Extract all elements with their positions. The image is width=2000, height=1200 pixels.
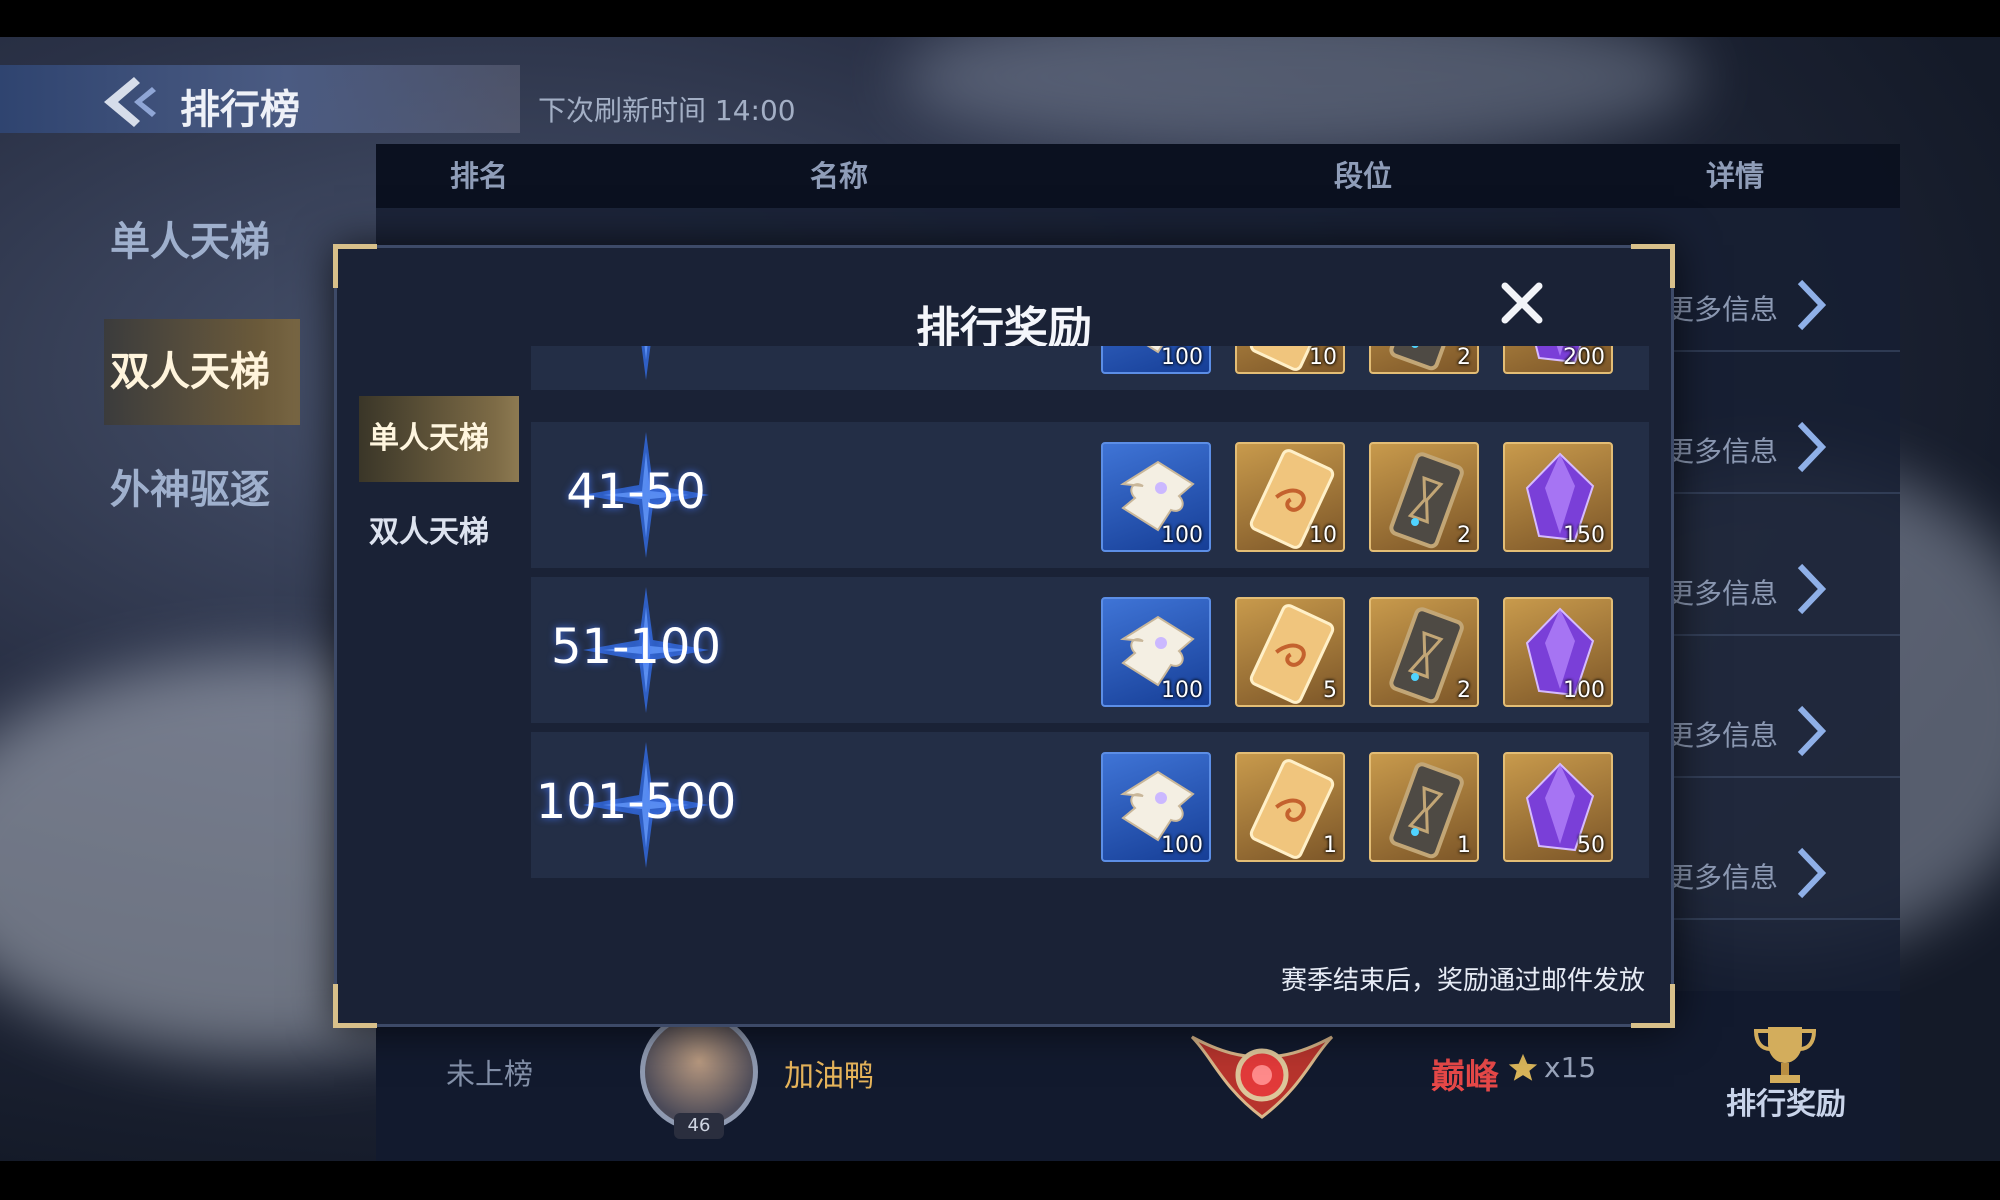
player-level-badge: 46	[674, 1113, 724, 1139]
close-icon[interactable]	[1497, 278, 1547, 328]
table-header: 排名 名称 段位 详情	[376, 144, 1900, 208]
more-info-link[interactable]: 更多信息	[1666, 430, 1778, 470]
reward-quantity: 10	[1309, 346, 1337, 370]
reward-item[interactable]: 10	[1235, 346, 1345, 374]
reward-item[interactable]: 2	[1369, 442, 1479, 552]
tier-emblem-icon	[1190, 1035, 1334, 1119]
tab-solo-ladder[interactable]: 单人天梯	[359, 396, 519, 482]
ranking-rewards-dialog: 排行奖励 单人天梯 双人天梯 31-40100102200 41-5010010…	[333, 244, 1675, 1028]
chevron-right-icon[interactable]	[1796, 562, 1826, 616]
reward-item[interactable]: 50	[1503, 752, 1613, 862]
reward-item[interactable]: 100	[1101, 597, 1211, 707]
more-info-link[interactable]: 更多信息	[1666, 856, 1778, 896]
reward-quantity: 100	[1161, 346, 1203, 370]
reward-item[interactable]: 100	[1503, 597, 1613, 707]
nav-item-label: 外神驱逐	[110, 466, 270, 513]
frame-corner	[333, 984, 377, 1028]
column-name: 名称	[810, 159, 869, 193]
refresh-time-label: 下次刷新时间 14:00	[538, 94, 796, 127]
nav-item-solo-ladder[interactable]: 单人天梯	[104, 189, 300, 295]
frame-corner	[1631, 244, 1675, 288]
rank-range-label: 51-100	[550, 619, 721, 675]
reward-row: 31-40100102200	[531, 346, 1649, 390]
more-info-link[interactable]: 更多信息	[1666, 714, 1778, 754]
background-cloud	[900, 37, 1700, 157]
column-tier: 段位	[1334, 159, 1393, 193]
game-screen: 排行榜 下次刷新时间 14:00 单人天梯 双人天梯 外神驱逐 排名 名称 段位…	[0, 37, 2000, 1161]
chevron-right-icon[interactable]	[1796, 420, 1826, 474]
rank-range-label: 101-500	[535, 774, 737, 830]
reward-list[interactable]: 31-40100102200 41-50100102150 51-1001005…	[531, 346, 1657, 886]
reward-item[interactable]: 150	[1503, 442, 1613, 552]
column-rank: 排名	[450, 159, 509, 193]
frame-corner	[333, 244, 377, 288]
tab-label: 双人天梯	[369, 515, 489, 550]
reward-quantity: 100	[1161, 833, 1203, 858]
chevron-right-icon[interactable]	[1796, 704, 1826, 758]
reward-quantity: 150	[1563, 523, 1605, 548]
reward-row: 101-500 100 1 1 50	[531, 732, 1649, 878]
reward-quantity: 2	[1457, 678, 1471, 703]
ranking-rewards-button[interactable]: 排行奖励	[1726, 1079, 1846, 1123]
reward-item[interactable]: 2	[1369, 597, 1479, 707]
back-arrow-icon[interactable]	[100, 73, 160, 131]
nav-item-duo-ladder[interactable]: 双人天梯	[104, 319, 300, 425]
reward-item[interactable]: 10	[1235, 442, 1345, 552]
nav-item-label: 双人天梯	[110, 348, 270, 395]
trophy-icon[interactable]	[1750, 1021, 1820, 1087]
more-info-link[interactable]: 更多信息	[1666, 572, 1778, 612]
tab-duo-ladder[interactable]: 双人天梯	[359, 490, 519, 576]
reward-row: 41-50 100 10 2 150	[531, 422, 1649, 568]
reward-quantity: 200	[1563, 346, 1605, 370]
reward-item[interactable]: 2	[1369, 346, 1479, 374]
reward-quantity: 1	[1457, 833, 1471, 858]
star-icon	[1508, 1053, 1538, 1081]
reward-quantity: 100	[1161, 678, 1203, 703]
reward-quantity: 2	[1457, 523, 1471, 548]
reward-item[interactable]: 100	[1101, 442, 1211, 552]
reward-item[interactable]: 1	[1369, 752, 1479, 862]
rank-star-emblem-icon	[641, 346, 651, 380]
player-name: 加油鸭	[784, 1059, 874, 1094]
reward-quantity: 100	[1161, 523, 1203, 548]
reward-quantity: 100	[1563, 678, 1605, 703]
nav-item-outer-god-expulsion[interactable]: 外神驱逐	[104, 437, 300, 543]
reward-quantity: 1	[1323, 833, 1337, 858]
chevron-right-icon[interactable]	[1796, 846, 1826, 900]
chevron-right-icon[interactable]	[1796, 278, 1826, 332]
more-info-link[interactable]: 更多信息	[1666, 288, 1778, 328]
page-title: 排行榜	[180, 86, 300, 133]
reward-item[interactable]: 100	[1101, 346, 1211, 374]
nav-item-label: 单人天梯	[110, 218, 270, 265]
tier-name: 巅峰	[1431, 1057, 1499, 1097]
rank-range-label: 41-50	[566, 464, 706, 520]
mail-delivery-note: 赛季结束后，奖励通过邮件发放	[1280, 966, 1645, 996]
reward-item[interactable]: 1	[1235, 752, 1345, 862]
reward-row: 51-100 100 5 2 100	[531, 577, 1649, 723]
reward-item[interactable]: 5	[1235, 597, 1345, 707]
star-count: x15	[1544, 1051, 1597, 1084]
reward-quantity: 5	[1323, 678, 1337, 703]
reward-quantity: 10	[1309, 523, 1337, 548]
reward-item[interactable]: 100	[1101, 752, 1211, 862]
rank-status: 未上榜	[446, 1057, 534, 1091]
reward-item[interactable]: 200	[1503, 346, 1613, 374]
reward-quantity: 2	[1457, 346, 1471, 370]
reward-quantity: 50	[1577, 833, 1605, 858]
column-details: 详情	[1706, 159, 1765, 193]
tab-label: 单人天梯	[369, 421, 489, 456]
